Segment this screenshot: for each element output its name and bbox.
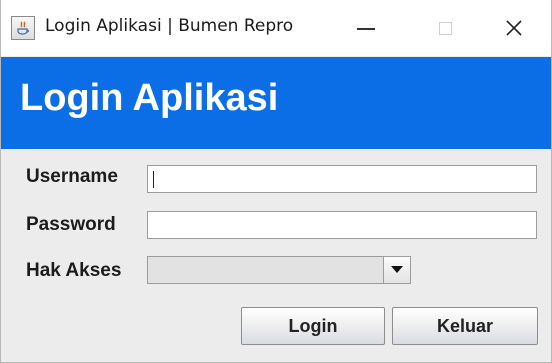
title-bar[interactable]: Login Aplikasi | Bumen Repro	[1, 0, 551, 56]
username-label: Username	[26, 166, 118, 187]
password-input[interactable]	[147, 211, 537, 239]
login-window: Login Aplikasi | Bumen Repro Login Aplik…	[0, 0, 552, 363]
username-input[interactable]	[147, 165, 537, 193]
password-label: Password	[26, 214, 116, 235]
dropdown-button[interactable]	[383, 257, 410, 283]
chevron-down-icon	[391, 266, 403, 273]
close-icon	[506, 20, 522, 36]
close-button[interactable]	[491, 10, 537, 46]
minimize-button[interactable]	[343, 10, 389, 46]
header-banner: Login Aplikasi	[1, 57, 551, 149]
login-button[interactable]: Login	[241, 307, 385, 345]
minimize-icon	[357, 28, 375, 30]
text-cursor	[153, 171, 154, 188]
maximize-button[interactable]	[422, 10, 468, 46]
hak-akses-select[interactable]	[147, 256, 411, 284]
hak-akses-label: Hak Akses	[26, 260, 122, 281]
window-title: Login Aplikasi | Bumen Repro	[45, 16, 294, 36]
maximize-icon	[438, 21, 452, 35]
page-title: Login Aplikasi	[20, 77, 279, 119]
keluar-button[interactable]: Keluar	[392, 307, 538, 345]
java-app-icon	[11, 16, 35, 40]
